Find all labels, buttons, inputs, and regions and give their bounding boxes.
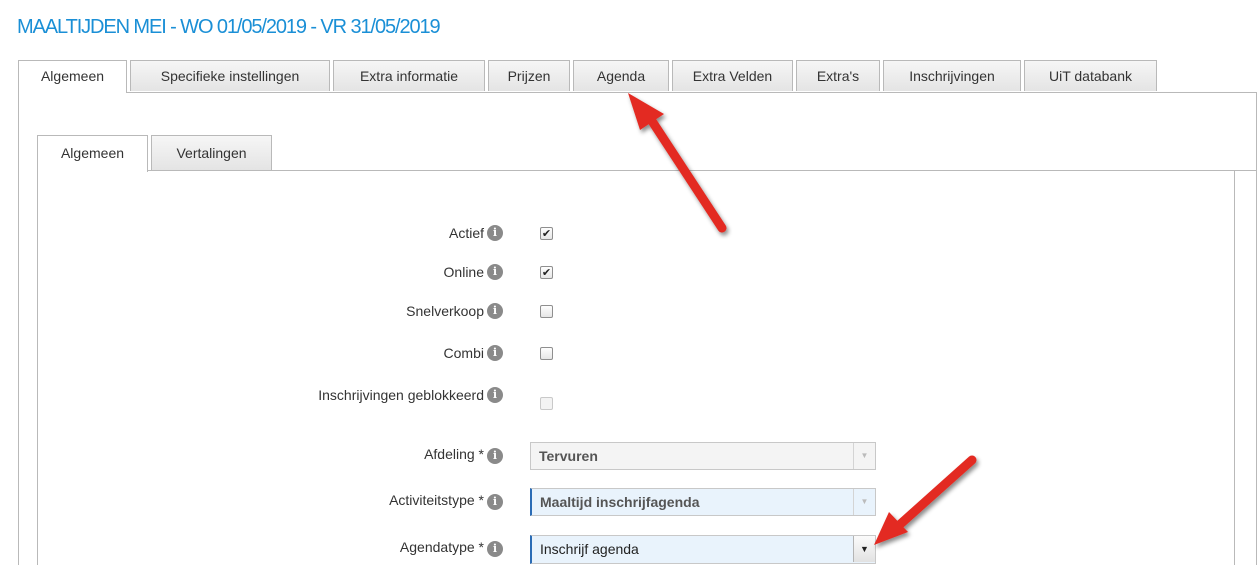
snelverkoop-checkbox[interactable] <box>540 305 553 318</box>
snelverkoop-label: Snelverkoop <box>406 303 484 319</box>
inschrijvingen-geblokkeerd-checkbox <box>540 397 553 410</box>
chevron-down-icon[interactable]: ▼ <box>853 536 875 562</box>
row-snelverkoop: Snelverkoop i <box>0 301 1257 325</box>
row-afdeling: Afdeling * i Tervuren ▼ <box>0 442 1257 472</box>
tab-prijzen[interactable]: Prijzen <box>488 60 570 91</box>
subtab-vertalingen[interactable]: Vertalingen <box>151 135 272 170</box>
inschrijvingen-geblokkeerd-label: Inschrijvingen geblokkeerd <box>318 387 484 403</box>
info-icon[interactable]: i <box>487 541 503 557</box>
afdeling-select[interactable]: Tervuren ▼ <box>530 442 876 470</box>
tab-extras[interactable]: Extra's <box>796 60 880 91</box>
actief-checkbox[interactable]: ✔ <box>540 227 553 240</box>
subtab-algemeen[interactable]: Algemeen <box>37 135 148 172</box>
agendatype-select[interactable]: Inschrijf agenda ▼ <box>530 535 876 564</box>
row-actief: Actief i ✔ <box>0 223 1257 247</box>
tab-specifieke-instellingen[interactable]: Specifieke instellingen <box>130 60 330 91</box>
tab-agenda[interactable]: Agenda <box>573 60 669 91</box>
activiteitstype-select[interactable]: Maaltijd inschrijfagenda ▼ <box>530 488 876 516</box>
agendatype-label: Agendatype * <box>399 539 484 555</box>
tab-extra-velden[interactable]: Extra Velden <box>672 60 793 91</box>
tab-uit-databank[interactable]: UiT databank <box>1024 60 1157 91</box>
activiteitstype-value: Maaltijd inschrijfagenda <box>540 494 700 510</box>
info-icon[interactable]: i <box>487 387 503 403</box>
chevron-down-icon: ▼ <box>853 489 875 515</box>
info-icon[interactable]: i <box>487 448 503 464</box>
row-agendatype: Agendatype * i Inschrijf agenda ▼ <box>0 535 1257 565</box>
info-icon[interactable]: i <box>487 225 503 241</box>
info-icon[interactable]: i <box>487 345 503 361</box>
afdeling-value: Tervuren <box>539 448 598 464</box>
info-icon[interactable]: i <box>487 303 503 319</box>
online-checkbox[interactable]: ✔ <box>540 266 553 279</box>
combi-checkbox[interactable] <box>540 347 553 360</box>
tab-algemeen[interactable]: Algemeen <box>18 60 127 93</box>
info-icon[interactable]: i <box>487 494 503 510</box>
combi-label: Combi <box>443 345 484 361</box>
tab-inschrijvingen[interactable]: Inschrijvingen <box>883 60 1021 91</box>
row-online: Online i ✔ <box>0 262 1257 286</box>
afdeling-label: Afdeling * <box>424 446 484 462</box>
agendatype-value: Inschrijf agenda <box>540 541 639 557</box>
tab-extra-informatie[interactable]: Extra informatie <box>333 60 485 91</box>
row-inschrijvingen-geblokkeerd: Inschrijvingen geblokkeerd i <box>0 385 1257 410</box>
row-activiteitstype: Activiteitstype * i Maaltijd inschrijfag… <box>0 488 1257 518</box>
row-combi: Combi i <box>0 343 1257 367</box>
sub-tab-bar: Algemeen Vertalingen <box>37 135 1257 172</box>
info-icon[interactable]: i <box>487 264 503 280</box>
chevron-down-icon: ▼ <box>853 443 875 469</box>
main-tab-bar: Algemeen Specifieke instellingen Extra i… <box>18 60 1257 93</box>
actief-label: Actief <box>448 225 484 241</box>
activiteitstype-label: Activiteitstype * <box>389 492 484 508</box>
page-title: MAALTIJDEN MEI - WO 01/05/2019 - VR 31/0… <box>17 16 441 38</box>
online-label: Online <box>443 264 484 280</box>
